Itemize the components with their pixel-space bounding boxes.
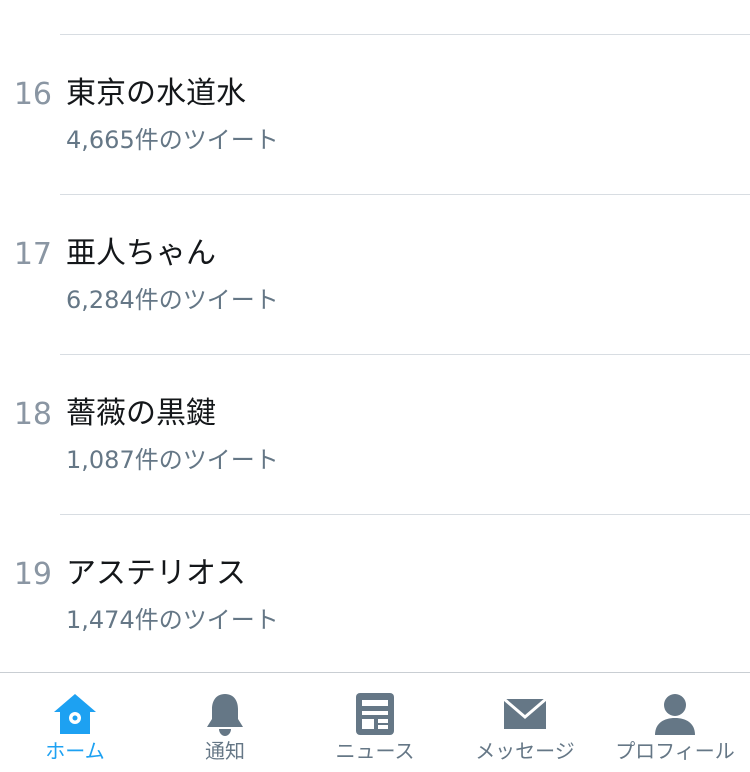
tweet-count: 1,087件のツイート xyxy=(66,446,279,474)
trend-rank: 19 xyxy=(13,557,52,592)
tab-news[interactable]: ニュース xyxy=(300,673,450,772)
tweet-count: 6,284件のツイート xyxy=(66,286,279,314)
envelope-icon xyxy=(500,691,550,737)
trend-name: 亜人ちゃん xyxy=(66,236,216,271)
trend-item-16[interactable]: 16 東京の水道水 4,665件のツイート xyxy=(0,35,750,195)
tab-label: 通知 xyxy=(205,739,245,763)
tab-home[interactable]: ホーム xyxy=(0,673,150,772)
tab-label: メッセージ xyxy=(475,739,575,763)
trend-name: アステリオス xyxy=(66,556,246,591)
home-icon xyxy=(50,691,100,737)
trend-name: 薔薇の黒鍵 xyxy=(66,396,216,431)
trend-rank: 18 xyxy=(13,397,52,432)
trend-item-18[interactable]: 18 薔薇の黒鍵 1,087件のツイート xyxy=(0,355,750,515)
bell-icon xyxy=(200,691,250,737)
trend-name: 東京の水道水 xyxy=(66,76,246,111)
tweet-count: 1,474件のツイート xyxy=(66,606,279,634)
tab-profile[interactable]: プロフィール xyxy=(600,673,750,772)
trend-rank: 16 xyxy=(13,77,52,112)
trend-item-17[interactable]: 17 亜人ちゃん 6,284件のツイート xyxy=(0,195,750,355)
news-icon xyxy=(350,691,400,737)
tab-messages[interactable]: メッセージ xyxy=(450,673,600,772)
tweet-count: 4,665件のツイート xyxy=(66,126,279,154)
tab-label: ニュース xyxy=(335,739,415,763)
tab-label: ホーム xyxy=(45,739,105,763)
bottom-tab-bar: ホーム 通知 ニュース メッセージ プロフィール xyxy=(0,672,750,772)
tab-notifications[interactable]: 通知 xyxy=(150,673,300,772)
person-icon xyxy=(650,691,700,737)
tab-label: プロフィール xyxy=(615,739,735,763)
trend-rank: 17 xyxy=(13,237,52,272)
trend-item-19[interactable]: 19 アステリオス 1,474件のツイート xyxy=(0,515,750,675)
trend-list: 16 東京の水道水 4,665件のツイート 17 亜人ちゃん 6,284件のツイ… xyxy=(0,0,750,672)
